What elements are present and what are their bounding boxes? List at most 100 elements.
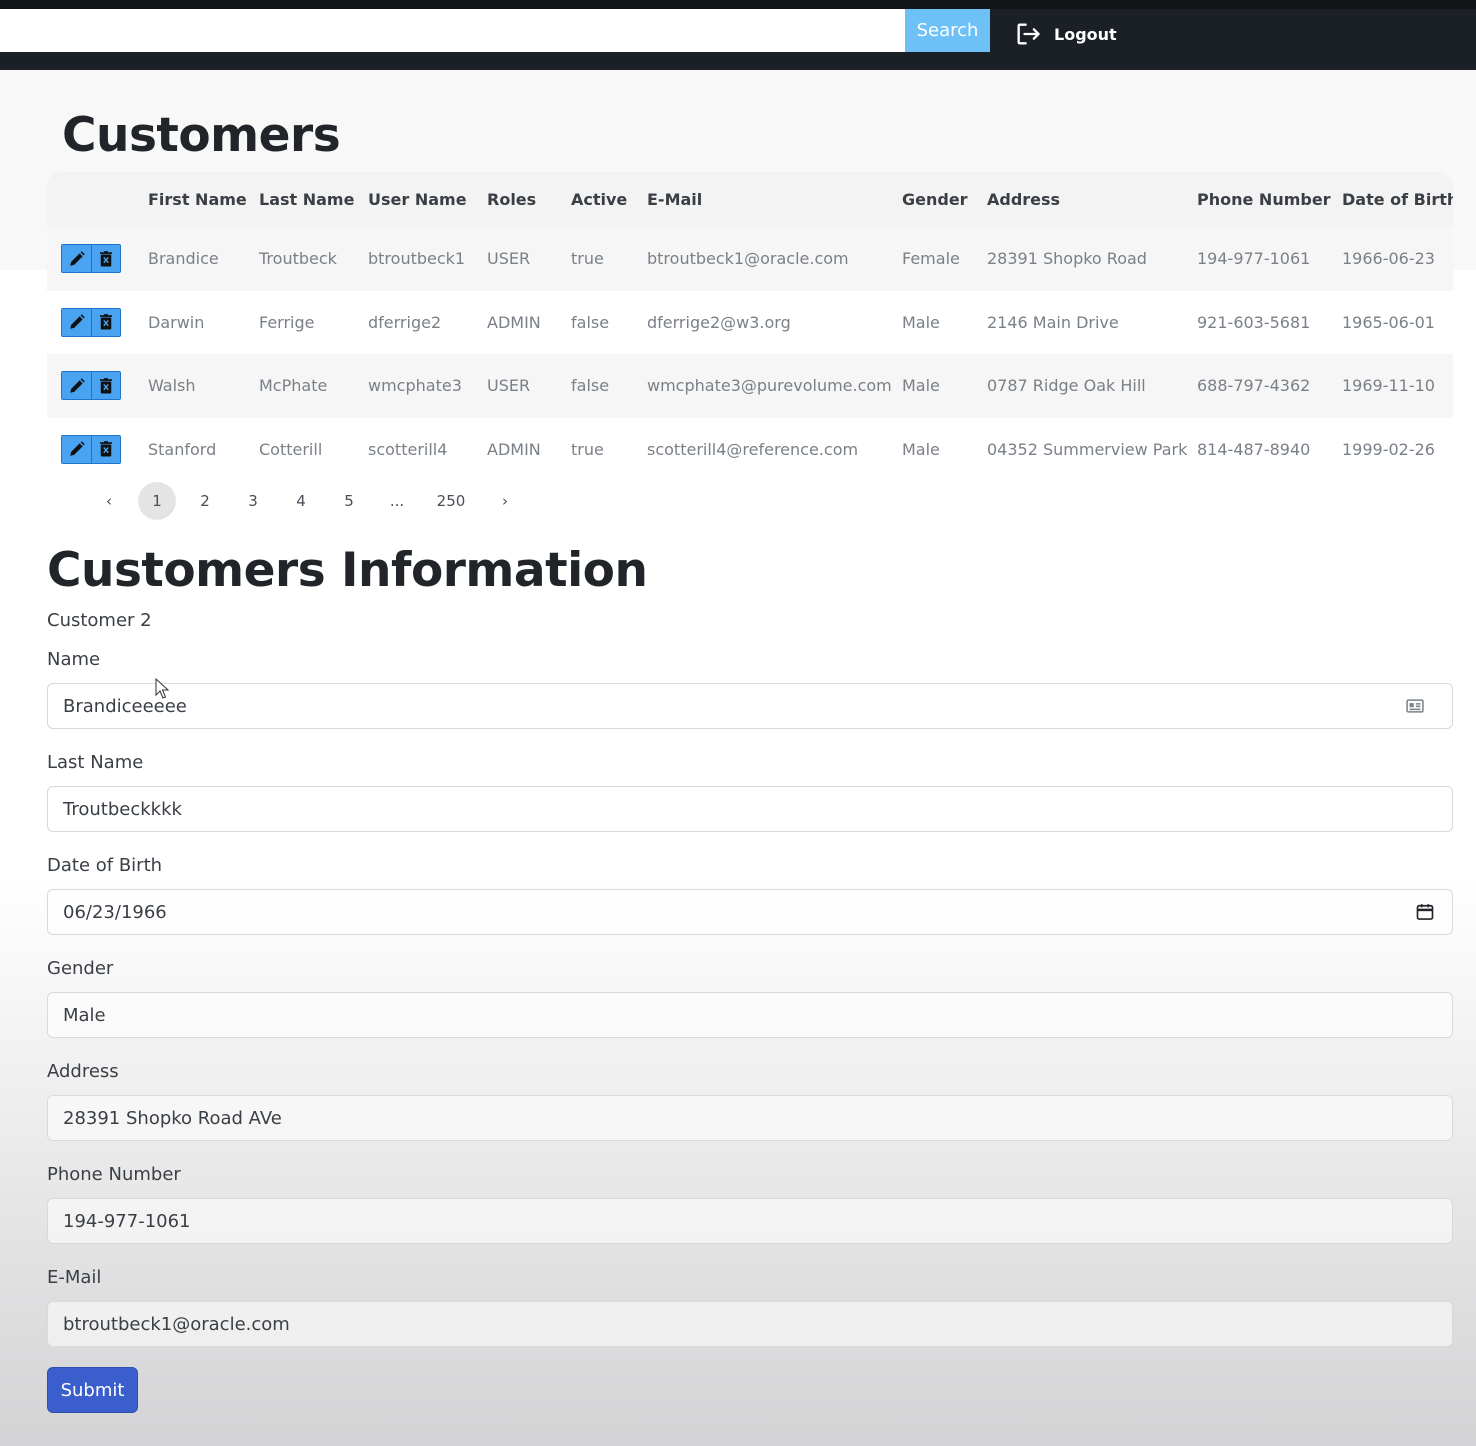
calendar-icon[interactable] [1414, 901, 1436, 923]
dob-label: Date of Birth [47, 855, 163, 876]
row-action-group [61, 307, 121, 337]
phone-label: Phone Number [47, 1164, 181, 1185]
column-header[interactable]: Phone Number [1197, 172, 1342, 227]
navbar-top-strip [0, 0, 1476, 9]
pagination-ellipsis: ... [389, 492, 405, 510]
row-actions [47, 354, 148, 418]
gender-field[interactable] [47, 992, 1453, 1038]
table-cell: Darwin [148, 312, 205, 332]
pagination-page-2[interactable]: 2 [186, 482, 224, 520]
pagination-page-1[interactable]: 1 [138, 482, 176, 520]
last-name-label: Last Name [47, 752, 144, 773]
table-cell: Male [902, 312, 940, 332]
table-header-row: First Name Last Name User Name Roles Act… [47, 172, 1453, 227]
table-cell: 921-603-5681 [1197, 312, 1311, 332]
column-header[interactable]: Gender [902, 172, 987, 227]
table-cell: false [571, 376, 610, 396]
trash-icon [100, 314, 112, 330]
table-row[interactable]: Walsh McPhate wmcphate3 USER false wmcphate3@… [47, 354, 1453, 418]
table-cell: Male [902, 439, 940, 459]
trash-icon [100, 441, 112, 457]
table-cell: 1999-02-26 [1342, 439, 1435, 459]
pagination-next[interactable]: › [486, 482, 524, 520]
delete-button[interactable] [91, 308, 120, 336]
pagination-page-last[interactable]: 250 [426, 482, 476, 520]
edit-button[interactable] [62, 308, 91, 336]
email-field[interactable] [47, 1301, 1453, 1347]
table-row[interactable]: Darwin Ferrige dferrige2 ADMIN false dferrige… [47, 290, 1453, 355]
delete-button[interactable] [91, 245, 120, 273]
table-cell: 04352 Summerview Park [987, 439, 1188, 459]
customers-table: First Name Last Name User Name Roles Act… [47, 172, 1453, 481]
table-cell: true [571, 249, 604, 269]
last-name-field[interactable] [47, 786, 1453, 832]
table-cell: true [571, 439, 604, 459]
pagination-page-5[interactable]: 5 [330, 482, 368, 520]
table-cell: dferrige2 [368, 312, 442, 332]
table-cell: ADMIN [487, 439, 541, 459]
table-row[interactable]: Stanford Cotterill scotterill4 ADMIN true sco… [47, 417, 1453, 482]
table-cell: Troutbeck [259, 249, 337, 269]
name-field[interactable] [47, 683, 1453, 729]
pencil-icon [69, 251, 85, 266]
column-header[interactable]: Address [987, 172, 1197, 227]
search-input[interactable] [0, 9, 905, 52]
table-cell: McPhate [259, 376, 328, 396]
pencil-icon [69, 441, 85, 456]
column-header[interactable]: Active [571, 172, 647, 227]
table-cell: 0787 Ridge Oak Hill [987, 376, 1146, 396]
submit-button[interactable]: Submit [47, 1367, 138, 1413]
gender-label: Gender [47, 958, 114, 979]
row-actions [47, 291, 148, 355]
table-cell: 814-487-8940 [1197, 439, 1311, 459]
table-cell: scotterill4@reference.com [647, 439, 859, 459]
trash-icon [100, 377, 112, 394]
phone-field[interactable] [47, 1198, 1453, 1244]
pagination-prev[interactable]: ‹ [90, 482, 128, 520]
column-header[interactable]: Last Name [259, 172, 368, 227]
table-cell: Male [902, 376, 940, 396]
search-button[interactable]: Search [905, 9, 990, 52]
dob-field[interactable] [47, 889, 1453, 935]
column-header[interactable]: E-Mail [647, 172, 902, 227]
table-cell: Walsh [148, 376, 196, 396]
delete-button[interactable] [91, 372, 120, 400]
table-cell: Ferrige [259, 312, 315, 332]
table-cell: 194-977-1061 [1197, 249, 1311, 269]
pagination-page-4[interactable]: 4 [282, 482, 320, 520]
address-label: Address [47, 1061, 119, 1082]
row-actions [47, 227, 148, 291]
table-cell: wmcphate3@purevolume.com [647, 376, 892, 396]
email-label: E-Mail [47, 1267, 102, 1288]
table-cell: wmcphate3 [368, 376, 462, 396]
logout-label: Logout [1054, 24, 1117, 44]
column-header[interactable]: Roles [487, 172, 571, 227]
edit-button[interactable] [62, 435, 91, 463]
address-field[interactable] [47, 1095, 1453, 1141]
row-action-group [61, 371, 121, 401]
table-cell: dferrige2@w3.org [647, 312, 791, 332]
table-row[interactable]: Brandice Troutbeck btroutbeck1 USER true btro… [47, 227, 1453, 291]
column-header[interactable]: First Name [148, 172, 259, 227]
table-cell: btroutbeck1 [368, 249, 466, 269]
table-cell: 688-797-4362 [1197, 376, 1311, 396]
table-cell: Stanford [148, 439, 217, 459]
column-header[interactable]: Date of Birth [1342, 172, 1453, 227]
trash-icon [100, 250, 112, 267]
column-header[interactable]: User Name [368, 172, 487, 227]
form-title: Customers Information [47, 543, 648, 598]
delete-button[interactable] [91, 435, 120, 463]
table-cell: 1969-11-10 [1342, 376, 1435, 396]
table-cell: USER [487, 376, 531, 396]
table-cell: btroutbeck1@oracle.com [647, 249, 849, 269]
edit-button[interactable] [62, 245, 91, 273]
edit-button[interactable] [62, 372, 91, 400]
pencil-icon [69, 378, 85, 393]
table-cell: 2146 Main Drive [987, 312, 1119, 332]
table-cell: 1965-06-01 [1342, 312, 1435, 332]
logout-button[interactable]: Logout [1014, 18, 1117, 50]
table-cell: 28391 Shopko Road [987, 249, 1147, 269]
row-actions [47, 418, 148, 482]
pagination-page-3[interactable]: 3 [234, 482, 272, 520]
customer-id-label: Customer 2 [47, 610, 152, 631]
